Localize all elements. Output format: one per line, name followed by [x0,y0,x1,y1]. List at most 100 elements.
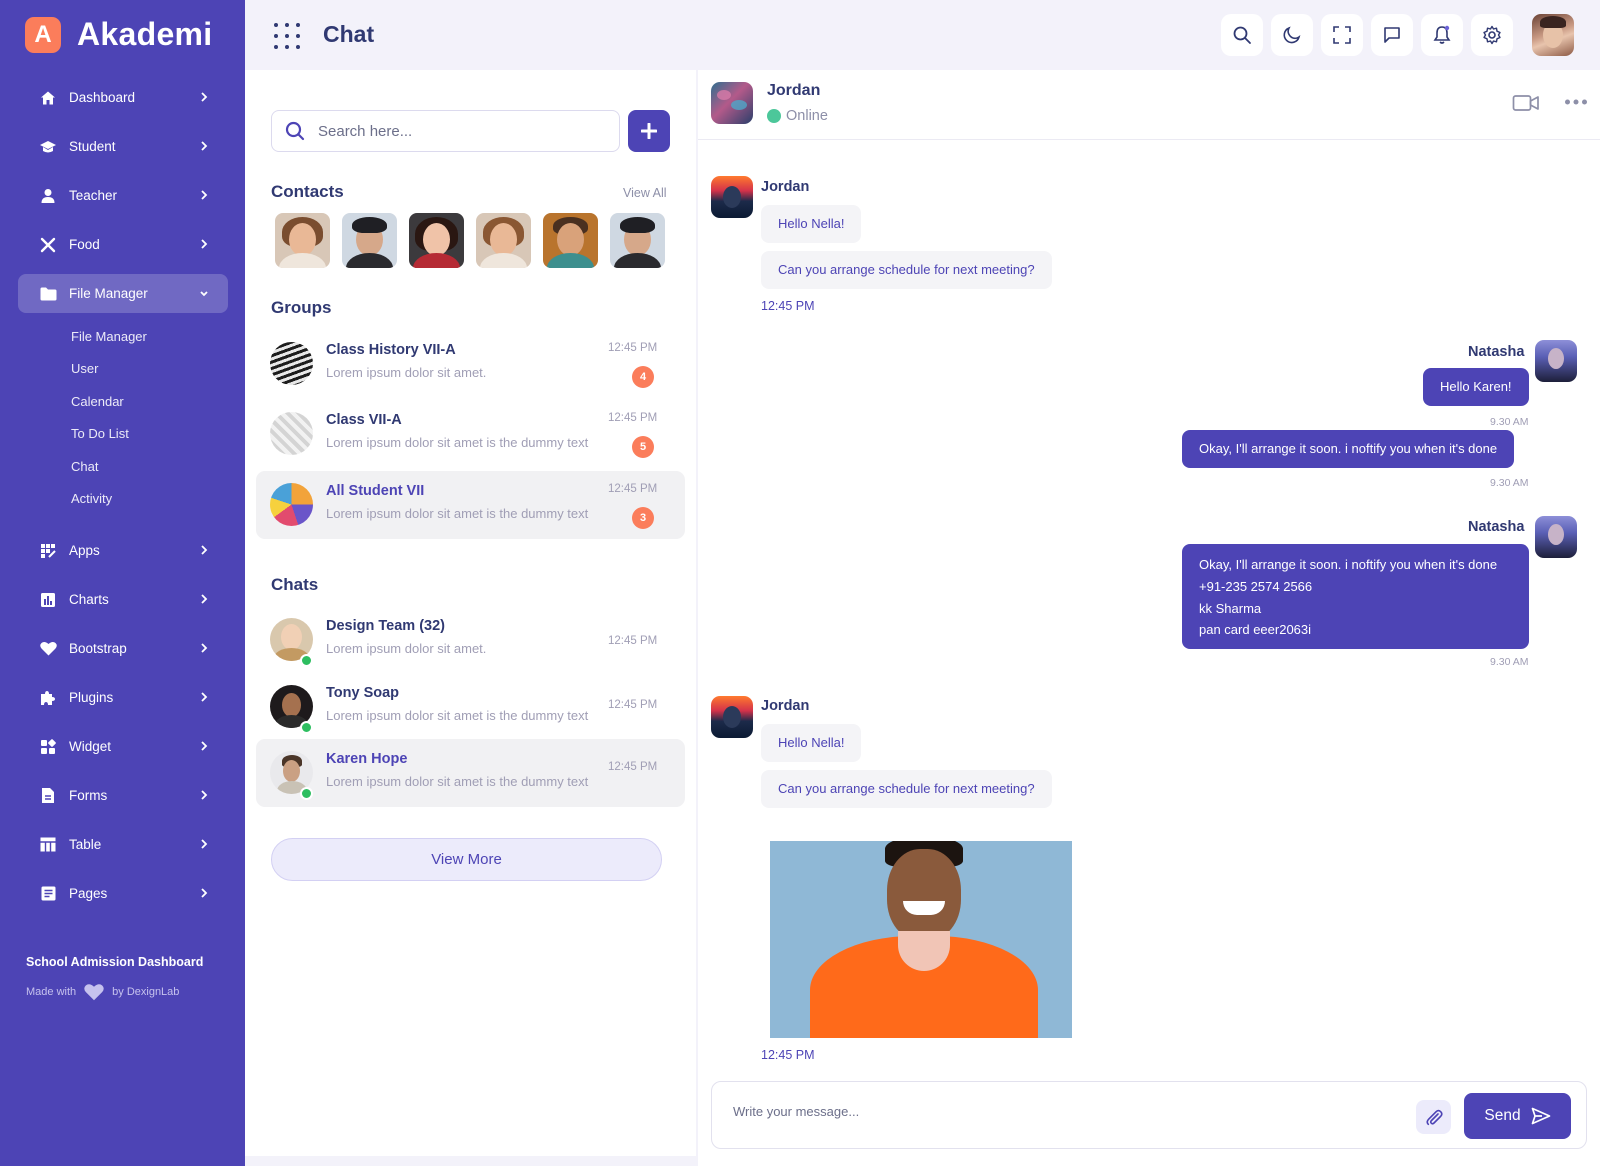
top-header: Chat [245,0,1600,70]
contact-avatar[interactable] [476,213,531,268]
contacts-row [275,213,677,268]
sender-avatar [1535,516,1577,558]
contact-avatar[interactable] [711,82,753,124]
group-row[interactable]: Class History VII-A Lorem ipsum dolor si… [256,330,685,398]
bell-icon [1433,25,1451,44]
chevron-right-icon [201,888,208,898]
sidebar-item-label: File Manager [69,286,148,301]
group-row[interactable]: All Student VII Lorem ipsum dolor sit am… [256,471,685,539]
sidebar-item-widget[interactable]: Widget [18,727,228,766]
message-bubble: Okay, I'll arrange it soon. i noftify yo… [1182,430,1515,468]
subnav-item-calendar[interactable]: Calendar [71,386,228,418]
sidebar-item-charts[interactable]: Charts [18,580,228,619]
sidebar-item-student[interactable]: Student [18,127,228,166]
search-input[interactable] [318,122,598,140]
chat-time: 12:45 PM [608,635,658,647]
utensils-icon [39,236,57,254]
view-more-button[interactable]: View More [271,838,662,881]
chats-title: Chats [271,575,319,594]
sender-name: Jordan [761,698,810,714]
search-icon [285,121,305,141]
sidebar-item-teacher[interactable]: Teacher [18,176,228,215]
subnav-item-file-manager[interactable]: File Manager [71,321,228,353]
menu-grid-icon[interactable] [273,22,301,50]
send-button[interactable]: Send [1464,1093,1571,1139]
contact-avatar[interactable] [275,213,330,268]
brand-name: Akademi [77,16,213,52]
attach-button[interactable] [1416,1100,1451,1134]
message-line: pan card eeer2063i [1199,622,1312,638]
online-indicator [300,787,313,800]
footer-made: Made with [26,986,77,998]
chevron-right-icon [201,741,208,751]
chevron-right-icon [201,839,208,849]
groups-title: Groups [271,298,332,317]
status-text: Online [786,108,828,124]
sidebar-item-plugins[interactable]: Plugins [18,678,228,717]
chat-list-panel: Contacts View All [245,70,696,1156]
chat-row[interactable]: Tony Soap Lorem ipsum dolor sit amet is … [256,673,685,741]
message-bubble: Hello Nella! [761,724,862,762]
settings-button[interactable] [1471,14,1513,56]
chat-preview: Lorem ipsum dolor sit amet is the dummy … [326,774,589,789]
chat-icon [1384,27,1400,43]
sidebar-item-food[interactable]: Food [18,225,228,264]
sidebar-nav: Dashboard Student Teacher Food File Mana… [18,78,228,923]
message-time: 12:45 PM [761,1048,815,1062]
message-time: 12:45 PM [761,299,815,313]
group-preview: Lorem ipsum dolor sit amet. [326,365,487,380]
message-bubble: Okay, I'll arrange it soon. i noftify yo… [1182,544,1529,649]
logo[interactable]: A Akademi [25,16,213,53]
search-button[interactable] [1221,14,1263,56]
user-icon [39,187,57,205]
shared-image[interactable] [770,841,1072,1038]
sidebar-item-file-manager[interactable]: File Manager [18,274,228,313]
sidebar-item-forms[interactable]: Forms [18,776,228,815]
unread-badge: 5 [632,436,654,458]
group-row[interactable]: Class VII-A Lorem ipsum dolor sit amet i… [256,400,685,468]
message-bubble: Hello Nella! [761,205,862,243]
chat-row[interactable]: Karen Hope Lorem ipsum dolor sit amet is… [256,739,685,807]
search-field[interactable] [271,110,620,152]
chat-name: Karen Hope [326,751,408,767]
file-icon [39,787,57,805]
sidebar-item-label: Bootstrap [69,641,127,657]
contact-avatar[interactable] [610,213,665,268]
paperclip-icon [1425,1109,1443,1126]
message-input[interactable] [733,1104,1373,1119]
sidebar-item-label: Table [69,837,102,853]
more-options-icon[interactable] [1564,98,1588,106]
message-time: 9.30 AM [1490,477,1529,489]
dark-mode-button[interactable] [1271,14,1313,56]
online-indicator [767,109,781,123]
video-call-icon[interactable] [1512,92,1540,114]
subnav-item-chat[interactable]: Chat [71,451,228,483]
fullscreen-button[interactable] [1321,14,1363,56]
messages-button[interactable] [1371,14,1413,56]
message-line: kk Sharma [1199,600,1262,616]
message-composer: Send [711,1081,1587,1149]
group-avatar [270,483,313,526]
contact-avatar[interactable] [543,213,598,268]
subnav-item-todo[interactable]: To Do List [71,418,228,450]
group-preview: Lorem ipsum dolor sit amet is the dummy … [326,435,589,450]
search-icon [1233,26,1251,44]
subnav-item-user[interactable]: User [71,353,228,385]
add-chat-button[interactable] [628,110,670,152]
user-avatar[interactable] [1532,14,1574,56]
widget-icon [39,738,57,756]
contact-avatar[interactable] [409,213,464,268]
sidebar-item-table[interactable]: Table [18,825,228,864]
contact-avatar[interactable] [342,213,397,268]
group-preview: Lorem ipsum dolor sit amet is the dummy … [326,506,589,521]
sidebar-item-dashboard[interactable]: Dashboard [18,78,228,117]
sidebar-item-pages[interactable]: Pages [18,874,228,913]
subnav-item-activity[interactable]: Activity [71,483,228,515]
sidebar-item-bootstrap[interactable]: Bootstrap [18,629,228,668]
sidebar-item-apps[interactable]: Apps [18,531,228,570]
chat-row[interactable]: Design Team (32) Lorem ipsum dolor sit a… [256,606,685,674]
chevron-right-icon [201,692,208,702]
notifications-button[interactable] [1421,14,1463,56]
view-all-link[interactable]: View All [623,186,667,200]
message-time: 9.30 AM [1490,656,1529,668]
